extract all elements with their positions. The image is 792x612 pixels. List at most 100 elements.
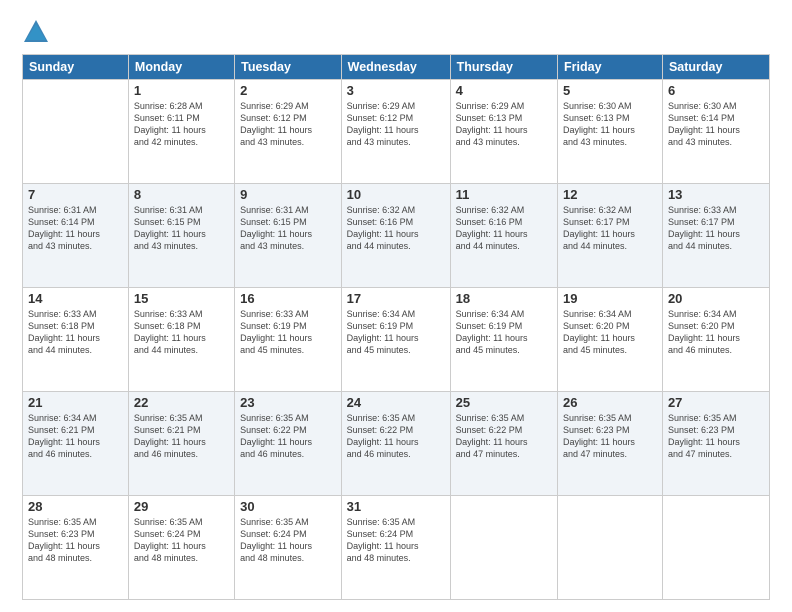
day-info: Sunrise: 6:35 AM Sunset: 6:24 PM Dayligh… — [134, 516, 229, 565]
day-number: 17 — [347, 291, 445, 306]
calendar-cell: 12 Sunrise: 6:32 AM Sunset: 6:17 PM Dayli… — [558, 184, 663, 288]
calendar-week-row: 14 Sunrise: 6:33 AM Sunset: 6:18 PM Dayli… — [23, 288, 770, 392]
calendar-week-row: 7Sunrise: 6:31 AM Sunset: 6:14 PM Daylig… — [23, 184, 770, 288]
day-info: Sunrise: 6:31 AM Sunset: 6:15 PM Dayligh… — [240, 204, 336, 253]
calendar-cell: 1Sunrise: 6:28 AM Sunset: 6:11 PM Daylig… — [128, 80, 234, 184]
calendar-cell: 3 Sunrise: 6:29 AM Sunset: 6:12 PM Daylig… — [341, 80, 450, 184]
calendar-cell: 9 Sunrise: 6:31 AM Sunset: 6:15 PM Daylig… — [235, 184, 342, 288]
day-info: Sunrise: 6:32 AM Sunset: 6:16 PM Dayligh… — [456, 204, 552, 253]
day-info: Sunrise: 6:30 AM Sunset: 6:13 PM Dayligh… — [563, 100, 657, 149]
calendar-cell: 24 Sunrise: 6:35 AM Sunset: 6:22 PM Dayli… — [341, 392, 450, 496]
logo-area — [22, 18, 52, 46]
day-info: Sunrise: 6:32 AM Sunset: 6:17 PM Dayligh… — [563, 204, 657, 253]
day-info: Sunrise: 6:34 AM Sunset: 6:19 PM Dayligh… — [456, 308, 552, 357]
calendar-cell: 8 Sunrise: 6:31 AM Sunset: 6:15 PM Daylig… — [128, 184, 234, 288]
calendar-cell: 4 Sunrise: 6:29 AM Sunset: 6:13 PM Daylig… — [450, 80, 557, 184]
calendar-cell — [450, 496, 557, 600]
day-number: 26 — [563, 395, 657, 410]
day-number: 1 — [134, 83, 229, 98]
calendar-cell: 2 Sunrise: 6:29 AM Sunset: 6:12 PM Daylig… — [235, 80, 342, 184]
day-info: Sunrise: 6:29 AM Sunset: 6:12 PM Dayligh… — [347, 100, 445, 149]
calendar-cell — [662, 496, 769, 600]
day-number: 3 — [347, 83, 445, 98]
day-number: 16 — [240, 291, 336, 306]
calendar-cell: 27 Sunrise: 6:35 AM Sunset: 6:23 PM Dayli… — [662, 392, 769, 496]
calendar-week-row: 28Sunrise: 6:35 AM Sunset: 6:23 PM Dayli… — [23, 496, 770, 600]
day-number: 5 — [563, 83, 657, 98]
calendar-table: SundayMondayTuesdayWednesdayThursdayFrid… — [22, 54, 770, 600]
day-info: Sunrise: 6:35 AM Sunset: 6:24 PM Dayligh… — [347, 516, 445, 565]
day-number: 27 — [668, 395, 764, 410]
day-number: 20 — [668, 291, 764, 306]
day-info: Sunrise: 6:35 AM Sunset: 6:22 PM Dayligh… — [347, 412, 445, 461]
day-info: Sunrise: 6:34 AM Sunset: 6:20 PM Dayligh… — [563, 308, 657, 357]
day-info: Sunrise: 6:35 AM Sunset: 6:23 PM Dayligh… — [28, 516, 123, 565]
day-info: Sunrise: 6:29 AM Sunset: 6:12 PM Dayligh… — [240, 100, 336, 149]
calendar-cell: 16 Sunrise: 6:33 AM Sunset: 6:19 PM Dayli… — [235, 288, 342, 392]
header — [22, 18, 770, 46]
calendar-cell: 13 Sunrise: 6:33 AM Sunset: 6:17 PM Dayli… — [662, 184, 769, 288]
day-number: 2 — [240, 83, 336, 98]
calendar-cell: 19 Sunrise: 6:34 AM Sunset: 6:20 PM Dayli… — [558, 288, 663, 392]
calendar-cell: 14 Sunrise: 6:33 AM Sunset: 6:18 PM Dayli… — [23, 288, 129, 392]
day-number: 12 — [563, 187, 657, 202]
day-number: 31 — [347, 499, 445, 514]
calendar-cell — [558, 496, 663, 600]
day-of-week-header: Sunday — [23, 55, 129, 80]
calendar-cell: 23Sunrise: 6:35 AM Sunset: 6:22 PM Dayli… — [235, 392, 342, 496]
day-info: Sunrise: 6:35 AM Sunset: 6:23 PM Dayligh… — [668, 412, 764, 461]
logo-icon — [22, 18, 50, 46]
calendar-cell: 18 Sunrise: 6:34 AM Sunset: 6:19 PM Dayli… — [450, 288, 557, 392]
calendar-cell: 29 Sunrise: 6:35 AM Sunset: 6:24 PM Dayli… — [128, 496, 234, 600]
day-info: Sunrise: 6:31 AM Sunset: 6:15 PM Dayligh… — [134, 204, 229, 253]
calendar-cell: 31 Sunrise: 6:35 AM Sunset: 6:24 PM Dayli… — [341, 496, 450, 600]
day-number: 18 — [456, 291, 552, 306]
calendar-cell — [23, 80, 129, 184]
day-of-week-header: Thursday — [450, 55, 557, 80]
calendar-cell: 10 Sunrise: 6:32 AM Sunset: 6:16 PM Dayli… — [341, 184, 450, 288]
day-number: 21 — [28, 395, 123, 410]
day-info: Sunrise: 6:33 AM Sunset: 6:17 PM Dayligh… — [668, 204, 764, 253]
calendar-cell: 11Sunrise: 6:32 AM Sunset: 6:16 PM Dayli… — [450, 184, 557, 288]
day-info: Sunrise: 6:29 AM Sunset: 6:13 PM Dayligh… — [456, 100, 552, 149]
day-info: Sunrise: 6:31 AM Sunset: 6:14 PM Dayligh… — [28, 204, 123, 253]
day-number: 14 — [28, 291, 123, 306]
day-of-week-header: Tuesday — [235, 55, 342, 80]
day-of-week-header: Friday — [558, 55, 663, 80]
calendar-cell: 20Sunrise: 6:34 AM Sunset: 6:20 PM Dayli… — [662, 288, 769, 392]
day-info: Sunrise: 6:33 AM Sunset: 6:18 PM Dayligh… — [28, 308, 123, 357]
day-info: Sunrise: 6:35 AM Sunset: 6:23 PM Dayligh… — [563, 412, 657, 461]
day-info: Sunrise: 6:32 AM Sunset: 6:16 PM Dayligh… — [347, 204, 445, 253]
day-number: 25 — [456, 395, 552, 410]
calendar-cell: 22 Sunrise: 6:35 AM Sunset: 6:21 PM Dayli… — [128, 392, 234, 496]
day-number: 6 — [668, 83, 764, 98]
day-of-week-header: Monday — [128, 55, 234, 80]
day-number: 9 — [240, 187, 336, 202]
calendar-week-row: 1Sunrise: 6:28 AM Sunset: 6:11 PM Daylig… — [23, 80, 770, 184]
day-number: 19 — [563, 291, 657, 306]
day-info: Sunrise: 6:33 AM Sunset: 6:19 PM Dayligh… — [240, 308, 336, 357]
calendar-week-row: 21 Sunrise: 6:34 AM Sunset: 6:21 PM Dayli… — [23, 392, 770, 496]
calendar-cell: 25 Sunrise: 6:35 AM Sunset: 6:22 PM Dayli… — [450, 392, 557, 496]
calendar-cell: 30 Sunrise: 6:35 AM Sunset: 6:24 PM Dayli… — [235, 496, 342, 600]
day-number: 30 — [240, 499, 336, 514]
day-info: Sunrise: 6:35 AM Sunset: 6:22 PM Dayligh… — [240, 412, 336, 461]
day-info: Sunrise: 6:34 AM Sunset: 6:21 PM Dayligh… — [28, 412, 123, 461]
day-number: 10 — [347, 187, 445, 202]
day-info: Sunrise: 6:35 AM Sunset: 6:24 PM Dayligh… — [240, 516, 336, 565]
day-of-week-header: Wednesday — [341, 55, 450, 80]
day-number: 13 — [668, 187, 764, 202]
day-info: Sunrise: 6:33 AM Sunset: 6:18 PM Dayligh… — [134, 308, 229, 357]
calendar-cell: 6Sunrise: 6:30 AM Sunset: 6:14 PM Daylig… — [662, 80, 769, 184]
day-number: 29 — [134, 499, 229, 514]
day-info: Sunrise: 6:35 AM Sunset: 6:22 PM Dayligh… — [456, 412, 552, 461]
day-number: 24 — [347, 395, 445, 410]
day-number: 22 — [134, 395, 229, 410]
page: SundayMondayTuesdayWednesdayThursdayFrid… — [0, 0, 792, 612]
calendar-cell: 15Sunrise: 6:33 AM Sunset: 6:18 PM Dayli… — [128, 288, 234, 392]
calendar-cell: 17Sunrise: 6:34 AM Sunset: 6:19 PM Dayli… — [341, 288, 450, 392]
day-info: Sunrise: 6:35 AM Sunset: 6:21 PM Dayligh… — [134, 412, 229, 461]
calendar-cell: 7Sunrise: 6:31 AM Sunset: 6:14 PM Daylig… — [23, 184, 129, 288]
day-number: 8 — [134, 187, 229, 202]
day-number: 4 — [456, 83, 552, 98]
